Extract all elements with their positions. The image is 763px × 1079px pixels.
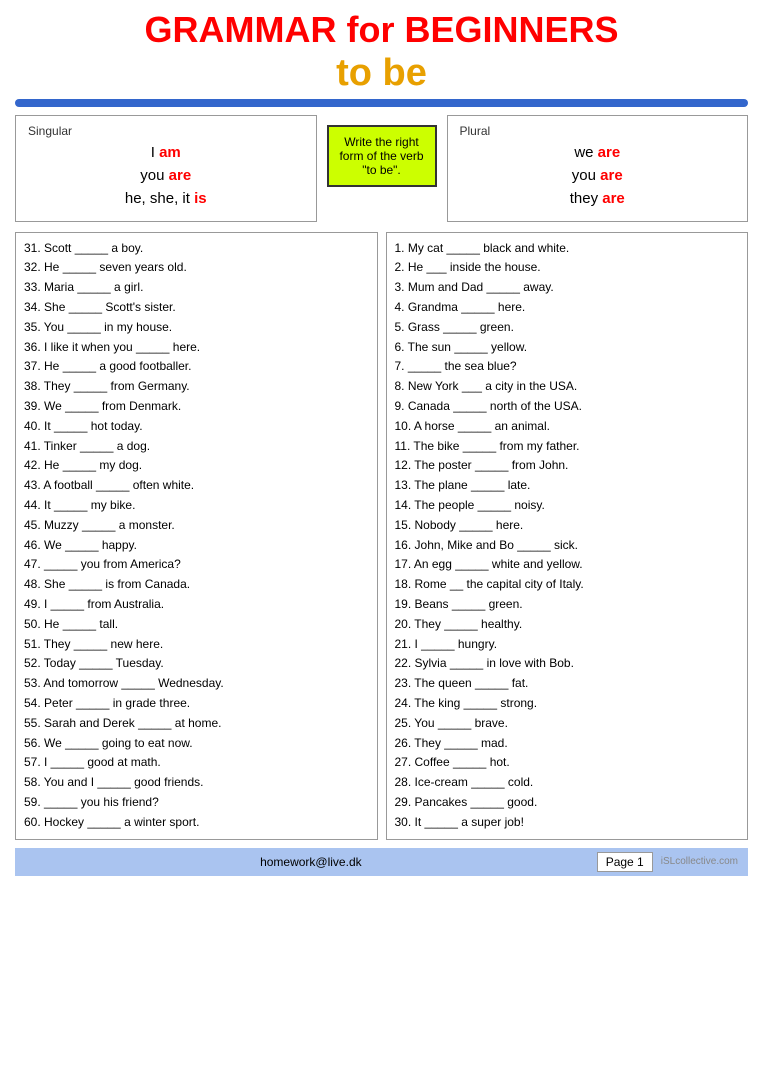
footer: homework@live.dk Page 1 iSLcollective.co… bbox=[15, 848, 748, 876]
singular-verb-3: is bbox=[194, 190, 207, 207]
left-exercise-item: 37. He _____ a good footballer. bbox=[24, 357, 369, 377]
left-exercise-item: 43. A football _____ often white. bbox=[24, 476, 369, 496]
left-exercise-item: 31. Scott _____ a boy. bbox=[24, 239, 369, 259]
sub-title: to be bbox=[15, 52, 748, 95]
right-exercise-item: 24. The king _____ strong. bbox=[395, 694, 740, 714]
main-title: GRAMMAR for BEGINNERS bbox=[15, 10, 748, 50]
blue-line bbox=[15, 99, 748, 107]
right-exercise-item: 19. Beans _____ green. bbox=[395, 595, 740, 615]
left-exercise-item: 33. Maria _____ a girl. bbox=[24, 278, 369, 298]
grammar-table: Singular I am you are he, she, it is Wri… bbox=[15, 115, 748, 222]
left-exercise-item: 46. We _____ happy. bbox=[24, 536, 369, 556]
left-exercise-item: 57. I _____ good at math. bbox=[24, 753, 369, 773]
right-exercise-item: 23. The queen _____ fat. bbox=[395, 674, 740, 694]
left-exercise-item: 44. It _____ my bike. bbox=[24, 496, 369, 516]
exercises-container: 31. Scott _____ a boy.32. He _____ seven… bbox=[15, 232, 748, 840]
right-exercise-item: 10. A horse _____ an animal. bbox=[395, 417, 740, 437]
left-exercise-item: 32. He _____ seven years old. bbox=[24, 258, 369, 278]
right-exercise-item: 20. They _____ healthy. bbox=[395, 615, 740, 635]
left-exercise-item: 41. Tinker _____ a dog. bbox=[24, 437, 369, 457]
right-exercise-item: 27. Coffee _____ hot. bbox=[395, 753, 740, 773]
right-exercise-item: 13. The plane _____ late. bbox=[395, 476, 740, 496]
left-exercise-item: 56. We _____ going to eat now. bbox=[24, 734, 369, 754]
singular-label: Singular bbox=[28, 124, 304, 138]
left-exercise-item: 50. He _____ tall. bbox=[24, 615, 369, 635]
right-exercise-item: 17. An egg _____ white and yellow. bbox=[395, 555, 740, 575]
right-exercise-item: 1. My cat _____ black and white. bbox=[395, 239, 740, 259]
singular-box: Singular I am you are he, she, it is bbox=[15, 115, 317, 222]
singular-verb-1: am bbox=[159, 144, 181, 161]
left-exercise-item: 38. They _____ from Germany. bbox=[24, 377, 369, 397]
left-exercise-item: 35. You _____ in my house. bbox=[24, 318, 369, 338]
plural-row-3: they are bbox=[460, 190, 736, 207]
right-exercise-item: 15. Nobody _____ here. bbox=[395, 516, 740, 536]
right-exercise-item: 16. John, Mike and Bo _____ sick. bbox=[395, 536, 740, 556]
right-exercise-item: 8. New York ___ a city in the USA. bbox=[395, 377, 740, 397]
right-exercise-box: 1. My cat _____ black and white.2. He __… bbox=[386, 232, 749, 840]
right-exercise-item: 29. Pancakes _____ good. bbox=[395, 793, 740, 813]
left-exercise-item: 52. Today _____ Tuesday. bbox=[24, 654, 369, 674]
right-exercise-item: 2. He ___ inside the house. bbox=[395, 258, 740, 278]
right-exercise-item: 9. Canada _____ north of the USA. bbox=[395, 397, 740, 417]
singular-verb-2: are bbox=[169, 167, 192, 184]
left-exercise-item: 58. You and I _____ good friends. bbox=[24, 773, 369, 793]
right-exercise-item: 28. Ice-cream _____ cold. bbox=[395, 773, 740, 793]
left-exercise-item: 36. I like it when you _____ here. bbox=[24, 338, 369, 358]
right-exercise-item: 12. The poster _____ from John. bbox=[395, 456, 740, 476]
right-exercise-item: 21. I _____ hungry. bbox=[395, 635, 740, 655]
left-exercise-item: 55. Sarah and Derek _____ at home. bbox=[24, 714, 369, 734]
page: GRAMMAR for BEGINNERS to be Singular I a… bbox=[0, 0, 763, 1079]
singular-row-1: I am bbox=[28, 144, 304, 161]
left-exercise-item: 39. We _____ from Denmark. bbox=[24, 397, 369, 417]
left-exercise-item: 59. _____ you his friend? bbox=[24, 793, 369, 813]
right-exercise-item: 6. The sun _____ yellow. bbox=[395, 338, 740, 358]
right-exercise-item: 22. Sylvia _____ in love with Bob. bbox=[395, 654, 740, 674]
right-exercise-item: 14. The people _____ noisy. bbox=[395, 496, 740, 516]
left-exercise-item: 48. She _____ is from Canada. bbox=[24, 575, 369, 595]
footer-email: homework@live.dk bbox=[25, 855, 597, 869]
right-exercise-item: 11. The bike _____ from my father. bbox=[395, 437, 740, 457]
singular-row-3: he, she, it is bbox=[28, 190, 304, 207]
footer-page: Page 1 bbox=[597, 852, 653, 872]
plural-row-1: we are bbox=[460, 144, 736, 161]
right-exercise-item: 3. Mum and Dad _____ away. bbox=[395, 278, 740, 298]
left-exercise-item: 34. She _____ Scott's sister. bbox=[24, 298, 369, 318]
plural-box: Plural we are you are they are bbox=[447, 115, 749, 222]
watermark: iSLcollective.com bbox=[661, 856, 738, 867]
plural-verb-2: are bbox=[600, 167, 623, 184]
right-exercise-item: 30. It _____ a super job! bbox=[395, 813, 740, 833]
plural-verb-3: are bbox=[602, 190, 625, 207]
left-exercise-item: 49. I _____ from Australia. bbox=[24, 595, 369, 615]
instruction-box: Write the right form of the verb "to be"… bbox=[327, 125, 437, 187]
left-exercise-box: 31. Scott _____ a boy.32. He _____ seven… bbox=[15, 232, 378, 840]
left-exercise-item: 40. It _____ hot today. bbox=[24, 417, 369, 437]
right-exercise-item: 26. They _____ mad. bbox=[395, 734, 740, 754]
plural-verb-1: are bbox=[598, 144, 621, 161]
left-exercise-item: 45. Muzzy _____ a monster. bbox=[24, 516, 369, 536]
right-exercise-item: 5. Grass _____ green. bbox=[395, 318, 740, 338]
left-exercise-item: 47. _____ you from America? bbox=[24, 555, 369, 575]
right-exercise-item: 25. You _____ brave. bbox=[395, 714, 740, 734]
left-exercise-item: 54. Peter _____ in grade three. bbox=[24, 694, 369, 714]
left-exercise-item: 60. Hockey _____ a winter sport. bbox=[24, 813, 369, 833]
singular-row-2: you are bbox=[28, 167, 304, 184]
right-exercise-item: 7. _____ the sea blue? bbox=[395, 357, 740, 377]
left-exercise-item: 42. He _____ my dog. bbox=[24, 456, 369, 476]
left-exercise-item: 53. And tomorrow _____ Wednesday. bbox=[24, 674, 369, 694]
right-exercise-item: 18. Rome __ the capital city of Italy. bbox=[395, 575, 740, 595]
plural-row-2: you are bbox=[460, 167, 736, 184]
right-exercise-item: 4. Grandma _____ here. bbox=[395, 298, 740, 318]
left-exercise-item: 51. They _____ new here. bbox=[24, 635, 369, 655]
plural-label: Plural bbox=[460, 124, 736, 138]
